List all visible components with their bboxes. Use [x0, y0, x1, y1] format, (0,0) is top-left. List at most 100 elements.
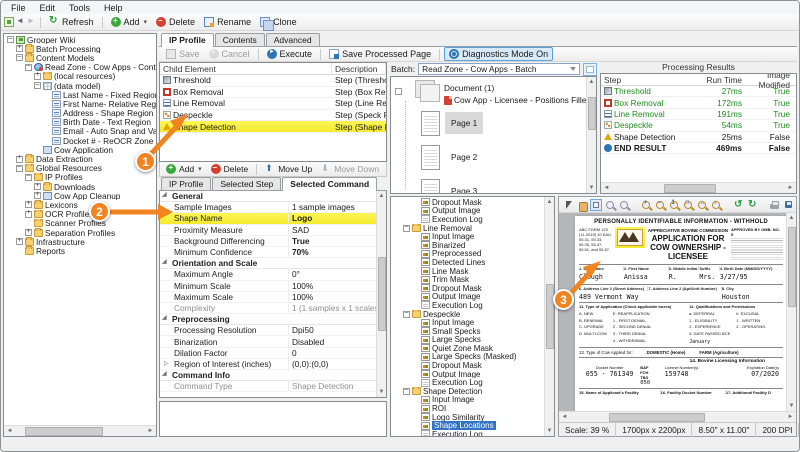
tree-item[interactable]: Docket # - ReOCR Zone [4, 136, 156, 145]
property-row[interactable]: Command Type Shape Detection [160, 381, 376, 392]
tree-expander[interactable] [412, 336, 419, 343]
scroll-right-icon[interactable]: ► [145, 426, 156, 436]
rename-button[interactable]: Rename [200, 16, 255, 28]
scroll-down-icon[interactable]: ▼ [545, 426, 554, 436]
zoom-actual-icon[interactable]: 1 [668, 199, 680, 211]
image-settings-icon[interactable] [796, 199, 800, 211]
tree-item[interactable]: Shape Locations [391, 421, 544, 430]
tree-expander[interactable] [412, 371, 419, 378]
vertical-scrollbar[interactable]: ▲ ▼ [586, 77, 596, 193]
tree-item[interactable]: Preprocessed [391, 250, 544, 259]
tree-expander[interactable] [7, 36, 14, 43]
tree-item[interactable]: Detected Lines [391, 258, 544, 267]
tree-expander[interactable] [16, 45, 23, 52]
magnifier-preview-icon[interactable] [618, 199, 630, 211]
tree-item[interactable]: Birth Date - Text Region [4, 118, 156, 127]
tree-root-icon[interactable] [4, 17, 14, 27]
print-icon[interactable] [768, 199, 780, 211]
pan-hand-icon[interactable] [576, 199, 588, 211]
result-row[interactable]: Shape Detection 25ms False [601, 132, 796, 143]
scroll-up-icon[interactable]: ▲ [377, 191, 386, 201]
menu-item[interactable]: File [4, 2, 33, 14]
tab[interactable]: Contents [215, 33, 265, 46]
tree-item[interactable]: Logo Similarity [391, 413, 544, 422]
scroll-right-icon[interactable]: ► [785, 412, 796, 422]
tree-expander[interactable] [25, 220, 32, 227]
tree-item[interactable]: Despeckle [391, 310, 544, 319]
page-thumbnail[interactable] [421, 111, 440, 136]
tree-expander[interactable] [412, 319, 419, 326]
property-row[interactable]: Command Info [160, 370, 376, 381]
vertical-scrollbar[interactable]: ▲ ▼ [376, 191, 386, 397]
result-row[interactable]: END RESULT 469ms False [601, 143, 796, 154]
clone-button[interactable]: Clone [256, 16, 301, 28]
tree-expander[interactable] [412, 328, 419, 335]
menu-item[interactable]: Help [97, 2, 130, 14]
tree-item[interactable]: Input Image [391, 232, 544, 241]
pointer-icon[interactable] [562, 199, 574, 211]
scroll-left-icon[interactable]: ◄ [559, 412, 570, 422]
tree-item[interactable]: Large Specks [391, 336, 544, 345]
tree-item[interactable]: ROI [391, 404, 544, 413]
document-filename[interactable]: Cow App - Licensee - Positions Filled - … [454, 95, 586, 105]
child-element-row[interactable]: Despeckle Step (Speck Removal) [160, 110, 386, 122]
zoom-window-icon[interactable] [604, 199, 616, 211]
tree-item[interactable]: Last Name - Fixed Region [4, 90, 156, 99]
refresh-button[interactable]: Refresh [45, 16, 98, 28]
tab[interactable]: IP Profile [161, 177, 211, 190]
property-row[interactable]: Maximum Scale 100% [160, 292, 376, 303]
scroll-right-icon[interactable]: ► [785, 183, 796, 193]
rotate-left-icon[interactable] [732, 199, 744, 211]
scroll-up-icon[interactable]: ▲ [587, 77, 596, 87]
fit-height-icon[interactable]: ↕ [710, 199, 722, 211]
tree-item[interactable]: Binarized [391, 241, 544, 250]
property-row[interactable]: Complexity 1 (1 samples x 1 scales x 1 a… [160, 303, 376, 314]
property-row[interactable]: Proximity Measure SAD [160, 225, 376, 236]
horizontal-scrollbar[interactable]: ◄ ► [4, 425, 156, 436]
tree-expander[interactable] [412, 285, 419, 292]
tree-item[interactable]: Cow App Cleanup [4, 191, 156, 200]
tree-item[interactable]: Dropout Mask [391, 284, 544, 293]
property-row[interactable]: Dilation Factor 0 [160, 348, 376, 359]
page-thumbnail[interactable] [421, 179, 440, 194]
property-row[interactable]: Processing Resolution Dpi50 [160, 325, 376, 336]
tree-expander[interactable] [34, 183, 41, 190]
tree-expander[interactable] [403, 225, 410, 232]
tree-expander[interactable] [43, 137, 50, 144]
tree-item[interactable]: OCR Profiles [4, 210, 156, 219]
tree-item[interactable]: Global Resources [4, 164, 156, 173]
scroll-down-icon[interactable]: ▼ [587, 183, 596, 193]
tree-item[interactable]: Execution Log [391, 430, 544, 436]
vertical-scrollbar[interactable]: ▲ ▼ [544, 197, 554, 436]
tree-expander[interactable] [43, 100, 50, 107]
tree-item[interactable]: Data Extraction [4, 154, 156, 163]
tab[interactable]: Selected Step [212, 177, 281, 190]
tree-expander[interactable] [412, 362, 419, 369]
property-row[interactable]: Background Differencing True [160, 236, 376, 247]
tree-expander[interactable] [16, 238, 23, 245]
move-up-button[interactable]: Move Up [261, 163, 316, 175]
tree-expander[interactable] [403, 388, 410, 395]
property-row[interactable]: Sample Images 1 sample images [160, 202, 376, 213]
tree-expander[interactable] [412, 353, 419, 360]
scroll-left-icon[interactable]: ◄ [601, 183, 612, 193]
save-processed-page-button[interactable]: Save Processed Page [325, 48, 435, 60]
menu-item[interactable]: Tools [62, 2, 97, 14]
tree-item[interactable]: Quiet Zone Mask [391, 344, 544, 353]
property-row[interactable]: Minimum Confidence 70% [160, 247, 376, 258]
property-row[interactable]: Preprocessing [160, 314, 376, 325]
tree-expander[interactable] [412, 207, 419, 214]
tree-expander[interactable] [403, 311, 410, 318]
property-row[interactable]: Minimum Scale 100% [160, 281, 376, 292]
tab[interactable]: Advanced [266, 33, 320, 46]
tree-item[interactable]: (data model) [4, 81, 156, 90]
column-header[interactable]: Description [332, 63, 386, 75]
result-row[interactable]: Box Removal 172ms True [601, 97, 796, 108]
batch-selector[interactable]: Read Zone - Cow Apps - Batch [418, 63, 580, 75]
page-node[interactable]: Page 1 [421, 107, 586, 139]
tree-item[interactable]: Trim Mask [391, 275, 544, 284]
add-step-button[interactable]: Add▾ [162, 163, 206, 175]
forward-icon[interactable] [26, 17, 36, 27]
add-button[interactable]: Add▾ [107, 16, 152, 28]
tree-item[interactable]: Execution Log [391, 215, 544, 224]
